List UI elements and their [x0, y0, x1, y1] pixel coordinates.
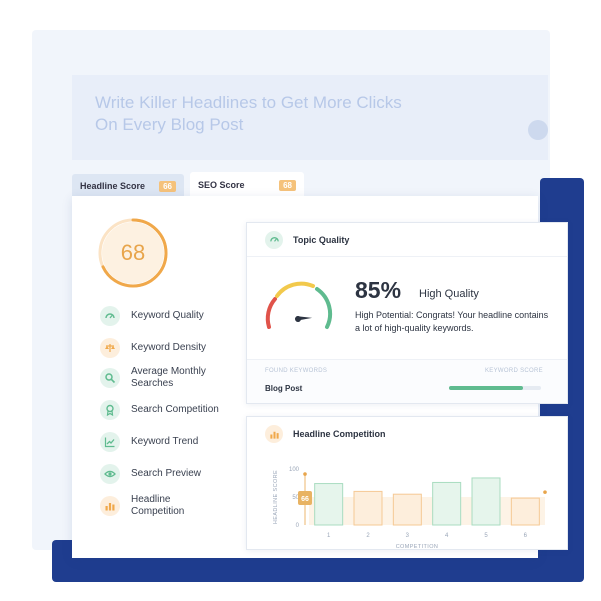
x-tick-label: 2 [366, 533, 370, 539]
sidebar-item-keyword-quality[interactable]: Keyword Quality [100, 306, 240, 326]
bar-chart-icon [100, 496, 120, 516]
marker-dot [303, 472, 307, 476]
chart-bar [314, 483, 344, 526]
sidebar-item-label: Keyword Trend [131, 436, 199, 447]
sidebar-item-label: Keyword Density [131, 342, 207, 353]
scale-icon [100, 338, 120, 358]
chart-bar [471, 477, 501, 526]
chart-bar [392, 493, 422, 526]
gauge-icon [265, 230, 283, 249]
tab-seo-score[interactable]: SEO Score 68 [190, 172, 304, 198]
gauge-needle [295, 316, 313, 322]
tab-label: Headline Score [80, 181, 146, 191]
sidebar-item-keyword-trend[interactable]: Keyword Trend [100, 432, 240, 452]
ribbon-icon [100, 400, 120, 420]
hero-line-2: On Every Blog Post [95, 115, 244, 134]
sidebar-item-search-competition[interactable]: Search Competition [100, 400, 240, 420]
seo-score-ring: 68 [98, 218, 168, 288]
sidebar-item-label: Average Monthly Searches [131, 366, 206, 389]
marker-label: 66 [301, 496, 309, 503]
sidebar-item-label: Search Preview [131, 468, 202, 479]
gauge-icon [100, 306, 120, 326]
x-tick-label: 5 [484, 533, 488, 539]
seo-score-value: 68 [102, 222, 164, 284]
hero-line-1: Write Killer Headlines to Get More Click… [95, 93, 402, 112]
y-tick-label: 0 [296, 523, 300, 529]
sidebar-item-label: Headline Competition [131, 494, 185, 517]
keyword-score-bar [449, 386, 541, 390]
chart-bar [510, 497, 540, 526]
topic-quality-description: High Potential: Congrats! Your headline … [355, 310, 549, 333]
tab-label: SEO Score [198, 180, 245, 190]
chart-band [309, 497, 545, 525]
y-axis-label: HEADLINE SCORE [273, 470, 279, 524]
y-tick-label: 100 [289, 467, 300, 473]
found-keywords-header: FOUND KEYWORDS [265, 368, 328, 374]
search-icon [100, 368, 120, 388]
found-keywords-table: FOUND KEYWORDS KEYWORD SCORE Blog Post [247, 359, 567, 403]
keyword-name: Blog Post [265, 384, 303, 393]
hero-headline: Write Killer Headlines to Get More Click… [95, 92, 515, 136]
topic-quality-title: Topic Quality [293, 234, 350, 245]
x-tick-label: 1 [327, 533, 331, 539]
topic-quality-level: High Quality [419, 288, 479, 300]
headline-competition-card: Headline Competition 0 50 100 HEADLINE SCOR… [246, 416, 568, 550]
sidebar-item-average-monthly-searches[interactable]: Average Monthly Searches [100, 366, 240, 390]
tab-badge: 68 [279, 179, 296, 191]
topic-quality-percent: 85% [355, 277, 402, 303]
end-dot [543, 490, 547, 494]
x-tick-label: 6 [524, 533, 528, 539]
topic-quality-gauge [265, 281, 333, 329]
keyword-score-header: KEYWORD SCORE [485, 368, 543, 374]
sidebar-item-search-preview[interactable]: Search Preview [100, 464, 240, 484]
topic-quality-header: Topic Quality [247, 223, 567, 257]
headline-competition-chart: 050100HEADLINE SCORE1 2 3 4 5 6COMPETITION66 [273, 467, 547, 550]
sidebar-item-label: Search Competition [131, 404, 219, 415]
sidebar-item-label: Keyword Quality [131, 310, 204, 321]
x-axis-label: COMPETITION [396, 544, 439, 550]
sidebar-item-headline-competition[interactable]: Headline Competition [100, 494, 240, 518]
keyword-score-fill [449, 386, 523, 390]
eye-icon [100, 464, 120, 484]
tab-headline-score[interactable]: Headline Score 66 [72, 174, 184, 198]
x-tick-label: 4 [445, 533, 449, 539]
sidebar-item-keyword-density[interactable]: Keyword Density [100, 338, 240, 358]
tab-badge: 66 [159, 180, 176, 192]
chart-bar [432, 481, 462, 526]
topic-quality-card: Topic Quality 85% High Quality High Pote… [246, 222, 568, 404]
chart-bar [353, 490, 383, 526]
hero-action-dot [528, 120, 548, 140]
x-tick-label: 3 [406, 533, 410, 539]
trend-chart-icon [100, 432, 120, 452]
